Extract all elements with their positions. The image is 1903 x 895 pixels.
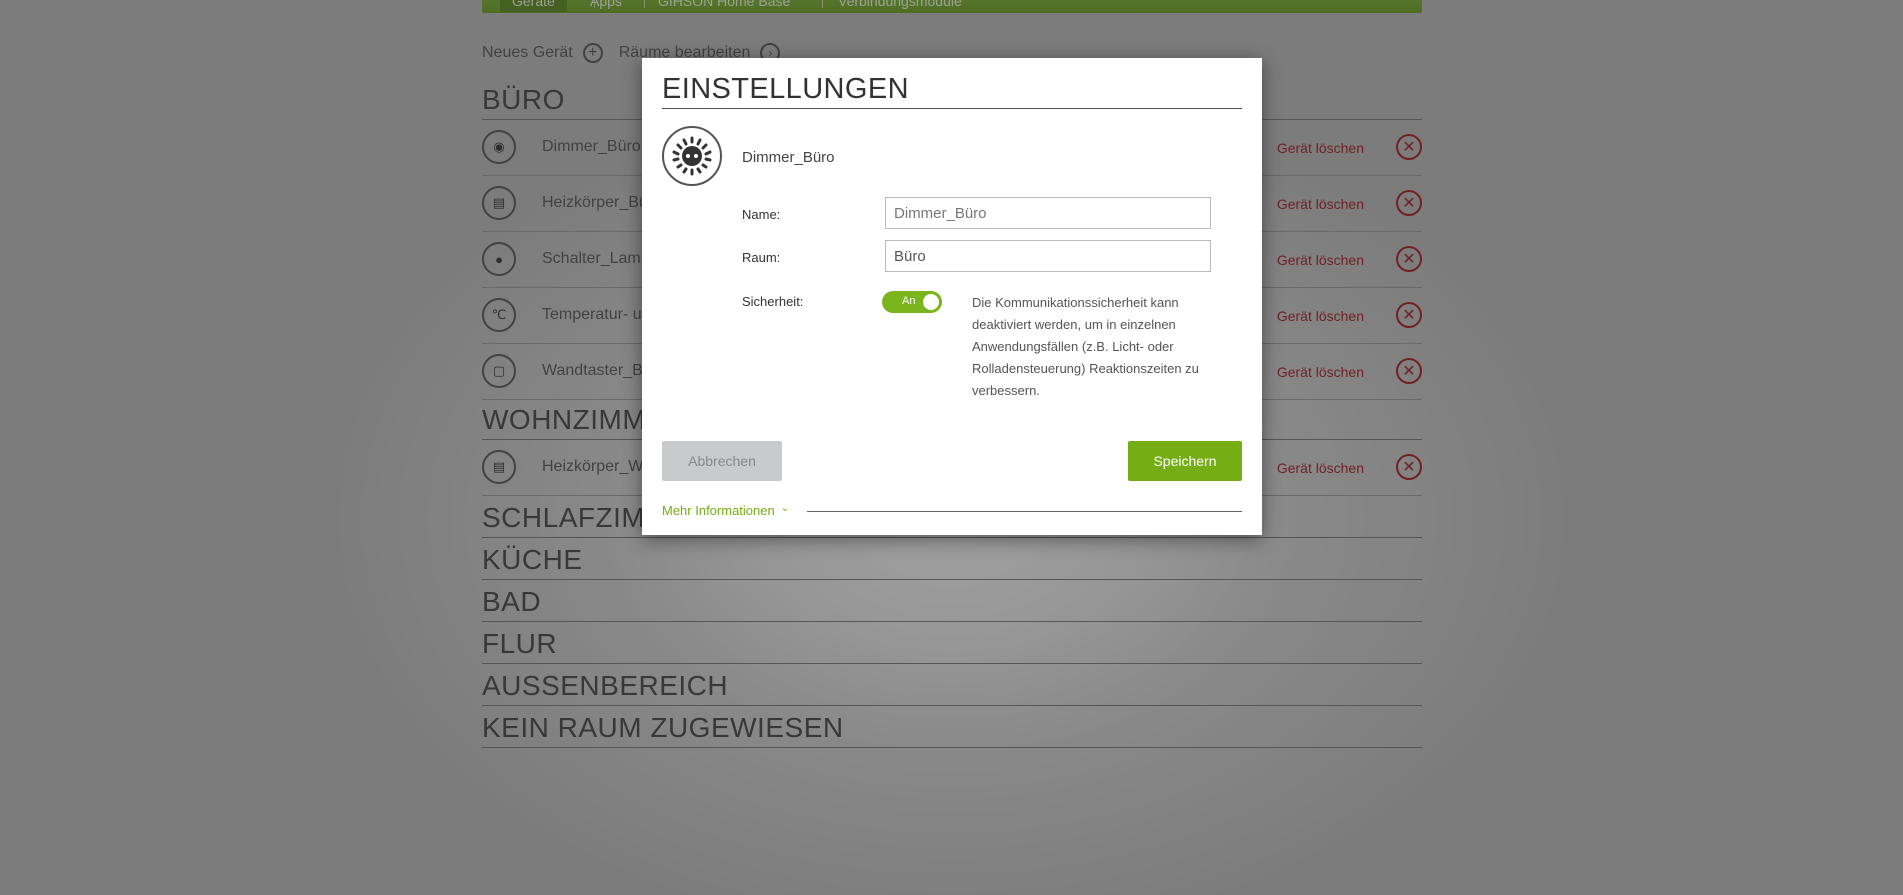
chevron-down-icon: ⌄ (780, 503, 790, 514)
security-label: Sicherheit: (742, 294, 804, 309)
security-help-text: Die Kommunikationssicherheit kann deakti… (972, 295, 1199, 398)
save-button[interactable]: Speichern (1128, 441, 1242, 481)
room-label: Raum: (742, 250, 781, 265)
dialog-device-name: Dimmer_Büro (742, 149, 835, 166)
room-input[interactable] (885, 240, 1211, 272)
cancel-button[interactable]: Abbrechen (662, 441, 782, 481)
dimmer-icon-graphic (672, 136, 712, 176)
settings-dialog: EINSTELLUNGEN Dimmer_Büro Name: Dimmer_B… (642, 58, 1262, 535)
more-info-label: Mehr Informationen (662, 503, 775, 518)
dimmer-icon (662, 126, 722, 186)
more-info-toggle[interactable]: Mehr Informationen ⌄ (662, 503, 789, 518)
toggle-state-text: An (902, 295, 916, 307)
security-toggle[interactable]: An (882, 291, 942, 313)
dialog-title: EINSTELLUNGEN (662, 70, 1242, 109)
divider (807, 511, 1242, 512)
name-input[interactable] (885, 197, 1211, 229)
name-label: Name: (742, 207, 781, 222)
toggle-knob (923, 294, 939, 310)
